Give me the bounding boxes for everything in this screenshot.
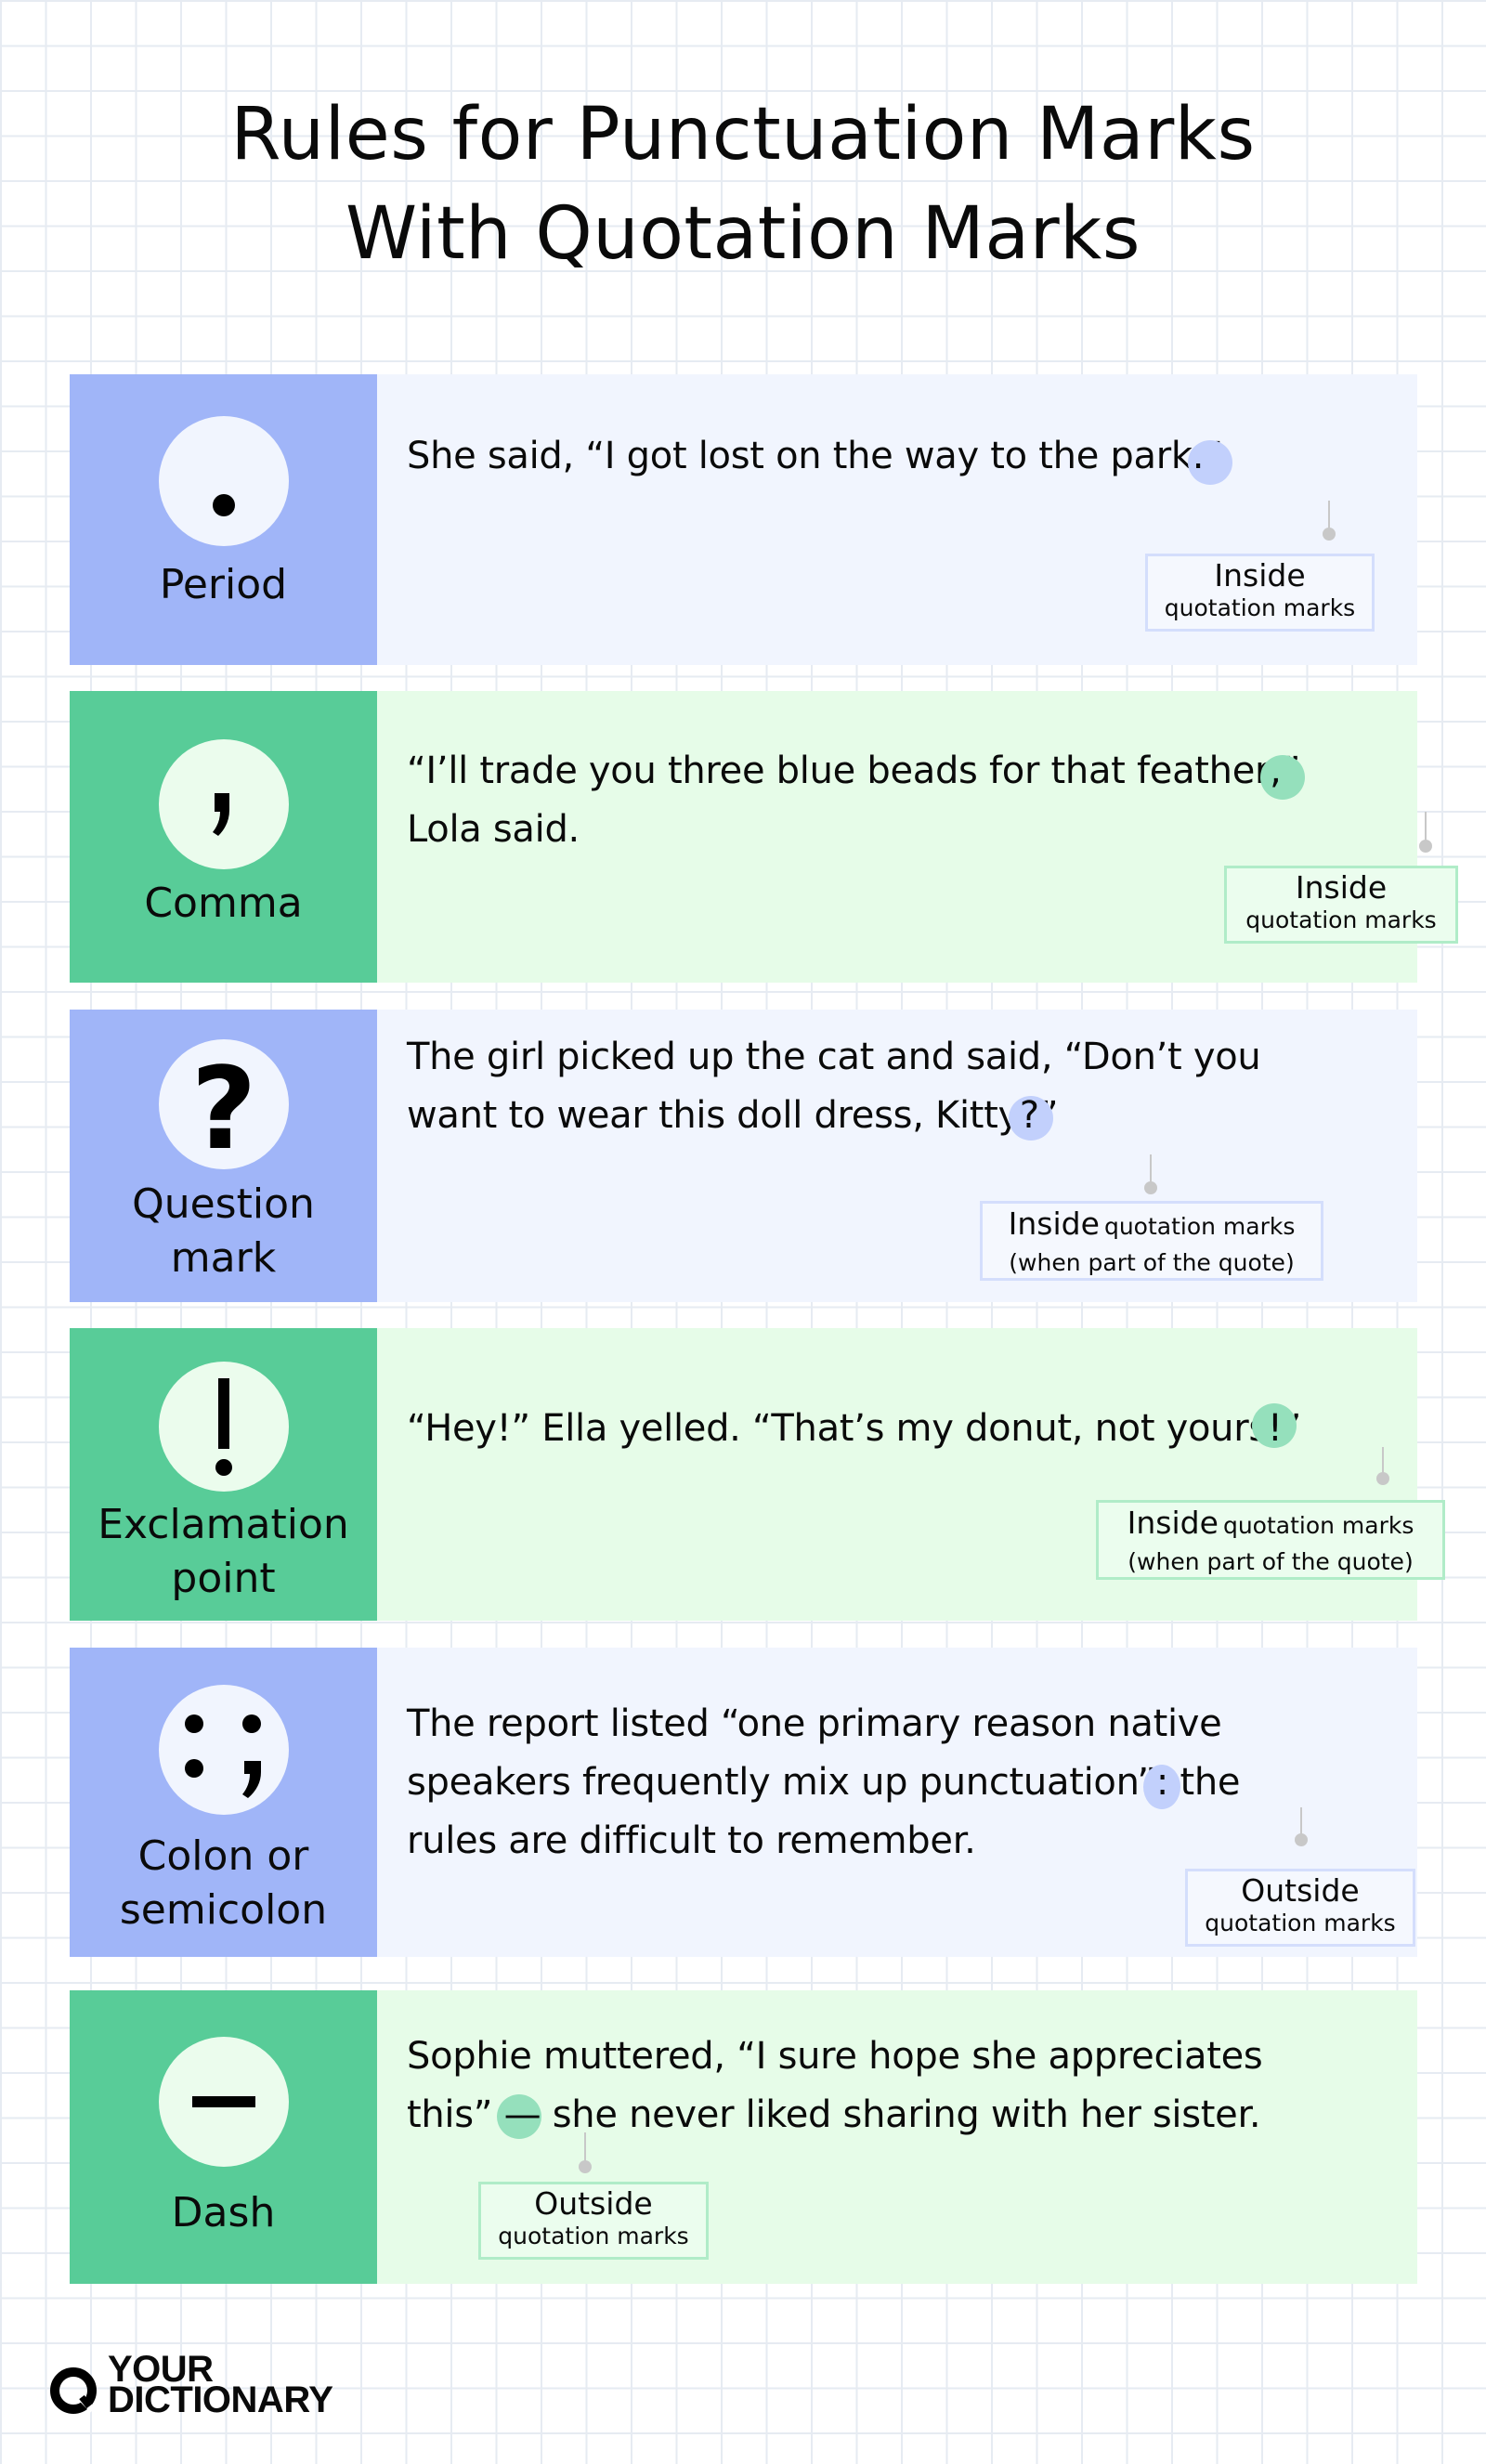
card-side-panel: Colon or semicolon — [70, 1648, 377, 1957]
placement-label: Inside quotation marks — [1224, 866, 1458, 944]
punctuation-name: Period — [159, 561, 288, 608]
rule-card-question-mark: ? Question mark The girl picked up the c… — [70, 1010, 1417, 1302]
placement-label: Inside quotation marks (when part of the… — [980, 1201, 1323, 1281]
page-title: Rules for Punctuation Marks With Quotati… — [0, 85, 1486, 284]
placement-label: Inside quotation marks (when part of the… — [1096, 1500, 1445, 1580]
example-sentence: Sophie muttered, “I sure hope she apprec… — [407, 2027, 1380, 2145]
title-line-2: With Quotation Marks — [345, 192, 1141, 276]
punctuation-name: Colon or semicolon — [119, 1832, 328, 1934]
highlighted-punctuation: ? — [1019, 1094, 1039, 1137]
highlighted-punctuation: . — [1192, 435, 1205, 477]
example-sentence: The report listed “one primary reason na… — [407, 1702, 1241, 1862]
highlighted-punctuation: , — [1270, 750, 1282, 792]
card-example-panel: Sophie muttered, “I sure hope she apprec… — [377, 1990, 1417, 2284]
card-side-panel: Comma — [70, 691, 377, 983]
highlighted-punctuation: — — [503, 2093, 541, 2136]
rule-card-exclamation-point: Exclamation point “Hey!” Ella yelled. “T… — [70, 1328, 1445, 1621]
exclamation-point-icon — [159, 1362, 289, 1492]
punctuation-name: Dash — [171, 2189, 276, 2236]
leader-dot — [1323, 528, 1336, 541]
card-side-panel: ? Question mark — [70, 1010, 377, 1302]
comma-icon — [159, 739, 289, 869]
card-side-panel: Period — [70, 374, 377, 665]
rule-card-dash: Dash Sophie muttered, “I sure hope she a… — [70, 1990, 1417, 2284]
card-example-panel: The girl picked up the cat and said, “Do… — [377, 1010, 1417, 1302]
placement-label: Outside quotation marks — [1185, 1869, 1415, 1947]
svg-text:?: ? — [191, 1043, 257, 1169]
leader-dot — [579, 2160, 592, 2173]
highlight-marker — [1260, 755, 1306, 800]
card-side-panel: Exclamation point — [70, 1328, 377, 1621]
colon-semicolon-icon — [159, 1685, 289, 1815]
rule-card-period: Period She said, “I got lost on the way … — [70, 374, 1417, 665]
leader-dot — [1295, 1833, 1308, 1846]
dash-icon — [159, 2037, 289, 2167]
period-icon — [159, 416, 289, 546]
card-example-panel: “I’ll trade you three blue beads for tha… — [377, 691, 1458, 983]
punctuation-name: Comma — [144, 880, 303, 927]
placement-label: Inside quotation marks — [1145, 554, 1375, 632]
placement-label: Outside quotation marks — [478, 2182, 709, 2260]
leader-dot — [1376, 1472, 1389, 1485]
punctuation-name: Exclamation point — [98, 1501, 349, 1602]
example-sentence: The girl picked up the cat and said, “Do… — [407, 1028, 1380, 1145]
card-example-panel: “Hey!” Ella yelled. “That’s my donut, no… — [377, 1328, 1445, 1621]
highlighted-punctuation: ! — [1267, 1407, 1283, 1450]
leader-dot — [1419, 840, 1432, 853]
highlighted-punctuation: : — [1155, 1761, 1169, 1804]
card-example-panel: The report listed “one primary reason na… — [377, 1648, 1417, 1957]
rule-card-colon-semicolon: Colon or semicolon The report listed “on… — [70, 1648, 1417, 1957]
logo-q-icon — [50, 2367, 97, 2414]
rule-card-comma: Comma “I’ll trade you three blue beads f… — [70, 691, 1458, 983]
question-mark-icon: ? — [159, 1039, 289, 1169]
yourdictionary-logo: YOUR DICTIONARY — [48, 2349, 355, 2420]
leader-dot — [1144, 1181, 1157, 1194]
logo-wordmark: YOUR DICTIONARY — [108, 2349, 333, 2420]
example-sentence: “Hey!” Ella yelled. “That’s my donut, no… — [407, 1400, 1380, 1458]
title-line-1: Rules for Punctuation Marks — [230, 93, 1256, 176]
card-example-panel: She said, “I got lost on the way to the … — [377, 374, 1417, 665]
example-sentence: “I’ll trade you three blue beads for tha… — [407, 742, 1380, 859]
example-sentence: She said, “I got lost on the way to the … — [407, 427, 1380, 486]
card-side-panel: Dash — [70, 1990, 377, 2284]
punctuation-name: Question mark — [132, 1180, 315, 1282]
